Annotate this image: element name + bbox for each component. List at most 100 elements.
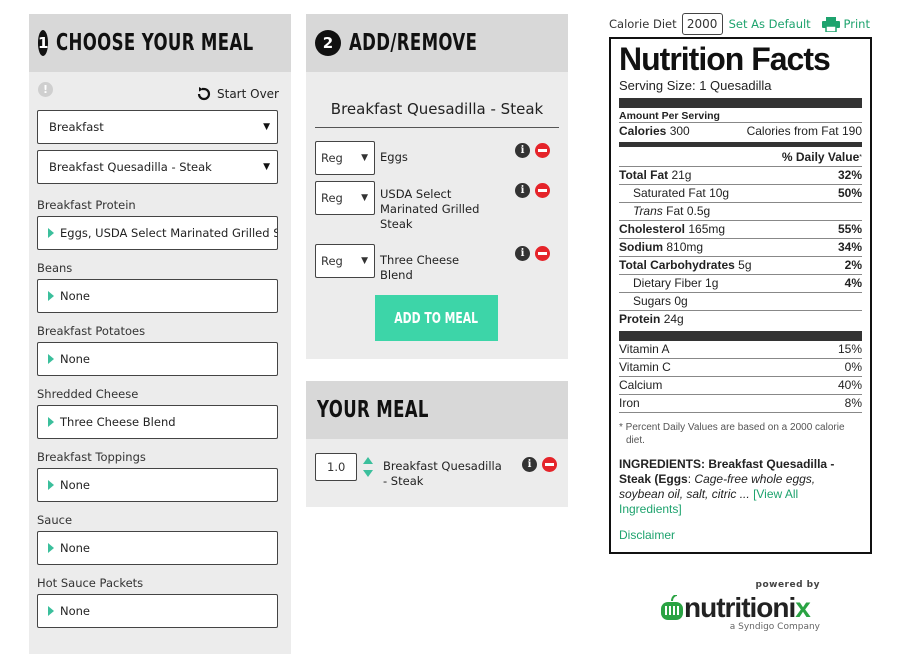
portion-value: Reg [321,191,343,205]
sodium-row: Sodium 810mg 34% [619,238,862,256]
meal-item-value: Breakfast Quesadilla - Steak [49,160,212,174]
vitamin-pct: 0% [844,360,862,374]
portion-select[interactable]: Reg ▼ [315,181,375,215]
vitamin-name: Vitamin C [619,360,671,374]
fiber-row: Dietary Fiber 1g 4% [619,274,862,292]
section-label: Breakfast Protein [37,198,136,212]
hot-sauce-packets-field[interactable]: None [37,594,278,628]
sauce-field[interactable]: None [37,531,278,565]
meal-quantity-input[interactable]: 1.0 [315,453,357,481]
dv-header: % Daily Value [781,150,860,164]
fiber-value: 1g [705,276,719,290]
ingredients-first: Eggs [658,472,688,486]
saturated-fat-row: Saturated Fat 10g 50% [619,184,862,202]
field-value: None [60,352,91,366]
info-icon[interactable]: i [515,183,530,198]
amount-per-serving: Amount Per Serving [619,110,720,122]
breakfast-toppings-field[interactable]: None [37,468,278,502]
total-fat-row: Total Fat 21g 32% [619,166,862,184]
vitamin-row: Calcium 40% [619,376,862,394]
vitamin-row: Vitamin A 15% [619,341,862,358]
add-to-meal-label: ADD TO MEAL [394,309,479,327]
chol-pct: 55% [837,222,862,236]
field-value: None [60,289,91,303]
dv-star: * [859,154,862,161]
vitamin-pct: 8% [844,396,862,410]
expand-arrow-icon [48,228,54,238]
remove-icon[interactable] [535,246,550,261]
divider-thin [619,412,862,413]
powered-by-nutritionix[interactable]: powered by nutritionix a Syndigo Company [660,580,820,635]
meal-item-select[interactable]: Breakfast Quesadilla - Steak ▼ [37,150,278,184]
sodium-pct: 34% [837,240,862,254]
calories-value: 300 [669,124,690,138]
daily-value-footnote: * Percent Daily Values are based on a 20… [619,422,845,446]
field-value: None [60,604,91,618]
ingredient-name: Eggs [380,150,408,164]
vitamin-name: Calcium [619,378,663,392]
field-value: Eggs, USDA Select Marinated Grilled Stea… [60,226,277,240]
info-icon[interactable]: i [515,143,530,158]
info-icon[interactable]: i [522,457,537,472]
add-to-meal-button[interactable]: ADD TO MEAL [375,295,498,341]
expand-arrow-icon [48,291,54,301]
chol-value: 165mg [688,222,726,236]
caret-down-icon: ▼ [263,122,270,132]
cal-from-fat-value: 190 [841,124,862,138]
vitamin-pct: 15% [837,342,862,356]
sat-fat-pct: 50% [837,186,862,200]
print-button[interactable]: Print [821,16,870,32]
info-icon[interactable]: i [515,246,530,261]
divider-medium [619,142,862,147]
total-fat-pct: 32% [837,168,862,182]
breakfast-protein-field[interactable]: Eggs, USDA Select Marinated Grilled Stea… [37,216,278,250]
meal-type-select[interactable]: Breakfast ▼ [37,110,278,144]
expand-arrow-icon [48,354,54,364]
section-label: Hot Sauce Packets [37,576,144,590]
nutrition-facts-label: Nutrition Facts Serving Size: 1 Quesadil… [609,37,872,554]
sat-fat-value: 10g [709,186,730,200]
section-label: Beans [37,261,73,275]
add-remove-header: 2 ADD/REMOVE [306,14,568,72]
trans-value: 0.5g [686,204,711,218]
disclaimer-link[interactable]: Disclaimer [619,528,862,542]
section-label: Breakfast Potatoes [37,324,146,338]
beans-field[interactable]: None [37,279,278,313]
quantity-stepper-icon[interactable] [362,456,374,478]
item-title: Breakfast Quesadilla - Steak [330,100,544,118]
powered-by-label: powered by [755,580,820,590]
calories-label: Calories [619,124,667,138]
vitamin-pct: 40% [837,378,862,392]
your-meal-panel: YOUR MEAL 1.0 Breakfast Quesadilla - Ste… [306,381,568,507]
portion-select[interactable]: Reg ▼ [315,244,375,278]
your-meal-title: YOUR MEAL [317,397,429,423]
breakfast-potatoes-field[interactable]: None [37,342,278,376]
serving-size: Serving Size: 1 Quesadilla [619,78,772,93]
start-over-label: Start Over [217,87,279,101]
total-fat-value: 21g [671,168,692,182]
sugars-row: Sugars 0g [619,292,862,310]
portion-select[interactable]: Reg ▼ [315,141,375,175]
chol-label: Cholesterol [619,222,686,236]
step-number: 1 [38,30,49,56]
calorie-diet-input[interactable]: 2000 [681,13,723,35]
step-number: 2 [315,30,341,56]
print-label: Print [843,17,870,31]
remove-icon[interactable] [535,183,550,198]
set-as-default-link[interactable]: Set As Default [729,17,811,31]
caret-down-icon: ▼ [361,193,368,203]
start-over-button[interactable]: Start Over [196,87,279,101]
divider-thick [619,331,862,341]
shredded-cheese-field[interactable]: Three Cheese Blend [37,405,278,439]
ingredient-name: Three Cheese Blend [380,253,460,282]
fiber-label: Dietary Fiber [633,276,702,290]
undo-icon [197,87,211,101]
protein-row: Protein 24g [619,310,862,328]
remove-icon[interactable] [535,143,550,158]
cholesterol-row: Cholesterol 165mg 55% [619,220,862,238]
your-meal-header: YOUR MEAL [306,381,568,439]
portion-value: Reg [321,151,343,165]
choose-meal-panel: 1 CHOOSE YOUR MEAL ! Start Over Breakfas… [29,14,291,654]
remove-icon[interactable] [542,457,557,472]
vitamin-name: Vitamin A [619,342,670,356]
